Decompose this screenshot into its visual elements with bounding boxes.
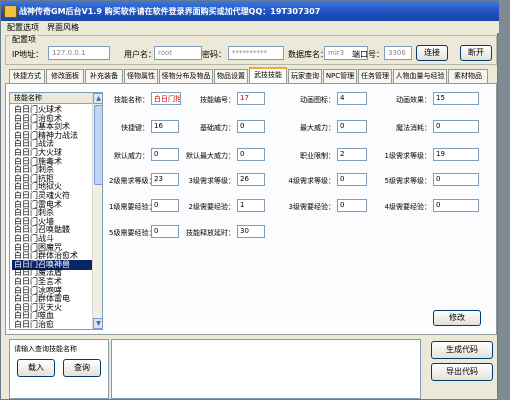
base-power-input[interactable]: 0 [237,120,265,133]
generate-code-button[interactable]: 生成代码 [431,341,493,359]
menu-bar: 配置选项 界面风格 [1,21,499,33]
user-input[interactable]: root [154,46,202,60]
level5-req-input[interactable]: 0 [433,173,479,186]
export-code-button[interactable]: 导出代码 [431,363,493,381]
password-label: 密码： [202,50,226,59]
tab-quests[interactable]: 任务管理 [358,69,392,83]
app-icon [4,5,17,18]
default-power-input[interactable]: 0 [151,148,179,161]
default-max-power-input[interactable]: 0 [237,148,265,161]
level2-exp-input[interactable]: 1 [237,199,265,212]
query-button[interactable]: 查询 [63,359,101,377]
tab-monster-spawn[interactable]: 怪物分布及物品 [159,69,213,83]
skill-id-input[interactable]: 17 [237,92,265,105]
skill-list-header: 技能名称 [10,93,92,104]
connect-button[interactable]: 连接 [416,45,448,61]
tab-equipment[interactable]: 补充装备 [85,69,123,83]
level2-req-label: 2级需求等级： [109,177,156,185]
default-power-label: 默认威力： [114,152,149,160]
cast-delay-input[interactable]: 30 [237,225,265,238]
tab-item-settings[interactable]: 物品设置 [214,69,248,83]
main-window: 战神传奇GM后台V1.9 购买软件请在软件登录界面购买或加代理QQ：19T307… [0,0,499,400]
tab-skills[interactable]: 武技技能 [249,67,287,84]
tab-hp-exp[interactable]: 人物血量与经验 [393,69,447,83]
scroll-down-icon[interactable]: ▼ [93,318,102,329]
skill-list-item[interactable]: 白日门火龙 [12,329,92,330]
level2-exp-label: 2级需要经验： [188,203,235,211]
menu-style[interactable]: 界面风格 [47,22,79,33]
title-bar[interactable]: 战神传奇GM后台V1.9 购买软件请在软件登录界面购买或加代理QQ：19T307… [1,1,499,21]
default-max-power-label: 默认最大威力： [186,152,235,160]
scroll-up-icon[interactable]: ▲ [93,93,102,104]
menu-config[interactable]: 配置选项 [7,22,39,33]
level4-req-label: 4级需求等级： [288,177,335,185]
mp-cost-input[interactable]: 0 [433,120,479,133]
anim-effect-input[interactable]: 15 [433,92,479,105]
config-group-title: 配置项 [10,34,38,45]
ip-label: IP地址： [12,50,44,59]
tab-monster-attr[interactable]: 怪物属性 [124,69,158,83]
level4-exp-label: 4级需要经验： [384,203,431,211]
anim-icon-label: 动画图标： [300,96,335,104]
anim-effect-label: 动画效果： [396,96,431,104]
level1-exp-label: 1级需要经验： [109,203,156,211]
shortcut-key-input[interactable]: 16 [151,120,179,133]
tab-modify-panel[interactable]: 修改面板 [46,69,84,83]
level4-req-input[interactable]: 0 [337,173,367,186]
skill-name-label: 技能名称： [114,96,149,104]
skill-list[interactable]: 技能名称 白日门火球术 白日门治愈术 白日门基本剑术 白日门精神力战法 白日门战法 白日门… [9,92,103,330]
level3-exp-label: 3级需要经验： [288,203,335,211]
max-power-label: 最大威力： [300,124,335,132]
cast-delay-label: 技能释放延时： [186,229,235,237]
config-group: 配置项 IP地址： 127.0.0.1 用户名： root 密码： ******… [5,34,497,65]
anim-icon-input[interactable]: 4 [337,92,367,105]
level1-exp-input[interactable]: 0 [151,199,179,212]
shortcut-key-label: 快捷键： [121,124,149,132]
level3-req-input[interactable]: 26 [237,173,265,186]
load-button[interactable]: 载入 [17,359,55,377]
skill-name-input[interactable]: 白日门抬刚术 [151,92,181,105]
scroll-thumb[interactable] [94,105,102,185]
level5-req-label: 5级需求等级： [384,177,431,185]
mp-cost-label: 魔法消耗： [396,124,431,132]
job-limit-input[interactable]: 2 [337,148,367,161]
db-label: 数据库名： [288,50,328,59]
tab-npc[interactable]: NPC管理 [323,69,357,83]
level3-req-label: 3级需求等级： [188,177,235,185]
password-input[interactable]: ********** [228,46,284,60]
user-label: 用户名： [124,50,156,59]
level5-exp-label: 5级需要经验： [109,229,156,237]
skill-list-scrollbar[interactable]: ▲ ▼ [92,93,102,329]
tab-player-query[interactable]: 玩家查询 [288,69,322,83]
code-output[interactable] [111,339,421,399]
base-power-label: 基础威力： [200,124,235,132]
level5-exp-input[interactable]: 0 [151,225,179,238]
level1-req-label: 1级需求等级： [384,152,431,160]
level2-req-input[interactable]: 23 [151,173,179,186]
tab-shortcuts[interactable]: 快捷方式 [9,69,45,83]
level3-exp-input[interactable]: 0 [337,199,367,212]
search-hint[interactable]: 请输入查询技能名称 [14,344,77,354]
max-power-input[interactable]: 0 [337,120,367,133]
port-label: 端口号： [352,50,384,59]
disconnect-button[interactable]: 断开 [460,45,492,61]
skill-id-label: 技能编号： [200,96,235,104]
tab-assets[interactable]: 素材物品 [448,69,488,83]
port-input[interactable]: 3306 [384,46,412,60]
level4-exp-input[interactable]: 0 [433,199,479,212]
job-limit-label: 职业限制： [300,152,335,160]
level1-req-input[interactable]: 19 [433,148,479,161]
window-title: 战神传奇GM后台V1.9 购买软件请在软件登录界面购买或加代理QQ：19T307… [19,7,321,16]
ip-input[interactable]: 127.0.0.1 [48,46,110,60]
modify-button[interactable]: 修改 [433,310,481,326]
